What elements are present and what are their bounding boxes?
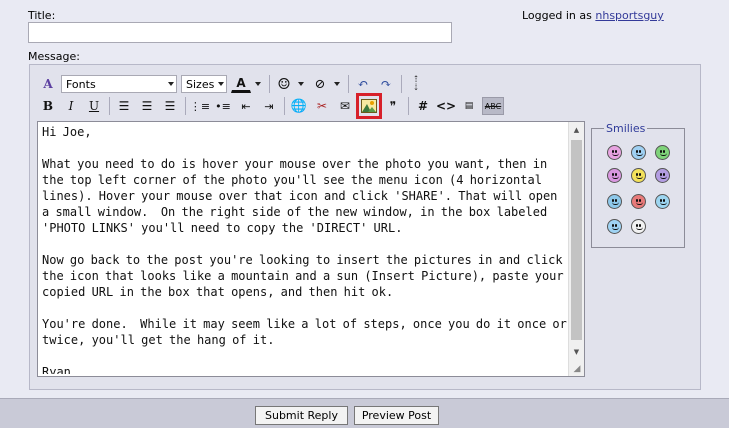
font-style-icon[interactable]: A [38,74,58,94]
eek-icon[interactable] [631,219,646,234]
indent-icon[interactable]: ⇥ [259,96,279,116]
attachment-icon[interactable]: ⊘ [310,74,330,94]
toolbar-row-1: A Fonts Sizes A ☺ ⊘ ↶ ↷ ⇡ ⇣ [38,73,429,95]
title-label: Title: [28,9,56,22]
align-center-icon[interactable]: ☰ [137,96,157,116]
fonts-select-value: Fonts [66,77,96,91]
toolbar-divider [109,97,110,115]
chevron-down-icon [334,82,340,86]
undo-icon[interactable]: ↶ [353,74,373,94]
toolbar-divider [284,97,285,115]
wink-icon[interactable] [631,145,646,160]
code-button[interactable]: # [413,96,433,116]
submit-reply-button[interactable]: Submit Reply [255,406,348,425]
chevron-down-icon [218,82,224,86]
vertical-scrollbar[interactable]: ▲ ▼ [568,122,584,376]
username-link[interactable]: nhsportsguy [595,9,663,22]
scroll-up-icon[interactable]: ▲ [569,122,584,138]
strikethrough-button[interactable]: ABC [482,97,504,115]
scrollbar-thumb[interactable] [571,140,582,340]
resize-editor-icon[interactable]: ⇡ ⇣ [406,74,426,94]
sizes-select-value: Sizes [186,77,215,91]
cool-icon[interactable] [655,194,670,209]
grin-icon[interactable] [655,145,670,160]
chevron-down-icon [298,82,304,86]
insert-picture-button[interactable] [356,93,382,119]
insert-email-icon[interactable]: ✉ [335,96,355,116]
chevron-down-icon [255,82,261,86]
message-textarea[interactable]: Hi Joe, What you need to do is hover you… [37,121,585,377]
php-icon[interactable]: ▤ [459,96,479,116]
fonts-select[interactable]: Fonts [61,75,177,93]
mad-icon[interactable] [631,194,646,209]
smiley-icon[interactable]: ☺ [274,74,294,94]
sunglasses-icon[interactable] [607,219,622,234]
toolbar-divider [269,75,270,93]
underline-button[interactable]: U [84,96,104,116]
preview-post-button[interactable]: Preview Post [354,406,439,425]
happy-icon[interactable] [631,168,646,183]
align-right-icon[interactable]: ☰ [160,96,180,116]
font-color-icon[interactable]: A [231,75,251,93]
tongue-icon[interactable] [607,168,622,183]
remove-link-icon[interactable]: ✂ [312,96,332,116]
smile-icon[interactable] [607,145,622,160]
unordered-list-icon[interactable]: •≡ [213,96,233,116]
smilies-title: Smilies [604,122,648,135]
html-button[interactable]: <> [436,96,456,116]
action-bar: Submit Reply Preview Post [0,398,729,428]
mountain-sun-icon [361,99,377,113]
logged-in-prefix: Logged in as [522,9,592,22]
align-left-icon[interactable]: ☰ [114,96,134,116]
toolbar-divider [185,97,186,115]
italic-button[interactable]: I [61,96,81,116]
redo-icon[interactable]: ↷ [376,74,396,94]
sizes-select[interactable]: Sizes [181,75,227,93]
ordered-list-icon[interactable]: ⋮≡ [190,96,210,116]
bold-button[interactable]: B [38,96,58,116]
toolbar-divider [401,75,402,93]
insert-link-icon[interactable]: 🌐 [289,96,309,116]
resize-grip-icon[interactable]: ◢ [571,363,583,375]
chevron-down-icon [168,82,174,86]
toolbar-divider [408,97,409,115]
toolbar-divider [348,75,349,93]
insert-quote-icon[interactable]: ❞ [383,96,403,116]
message-label: Message: [28,50,80,63]
scroll-down-icon[interactable]: ▼ [569,344,584,360]
question-icon[interactable] [607,194,622,209]
message-body[interactable]: Hi Joe, What you need to do is hover you… [42,124,568,374]
confused-icon[interactable] [655,168,670,183]
smilies-box: Smilies [591,122,685,248]
outdent-icon[interactable]: ⇤ [236,96,256,116]
logged-in-status: Logged in as nhsportsguy [522,9,664,22]
toolbar-row-2: B I U ☰ ☰ ☰ ⋮≡ •≡ ⇤ ⇥ 🌐 ✂ ✉ ❞ # <> ▤ ABC [38,93,507,119]
title-input[interactable] [28,22,452,43]
